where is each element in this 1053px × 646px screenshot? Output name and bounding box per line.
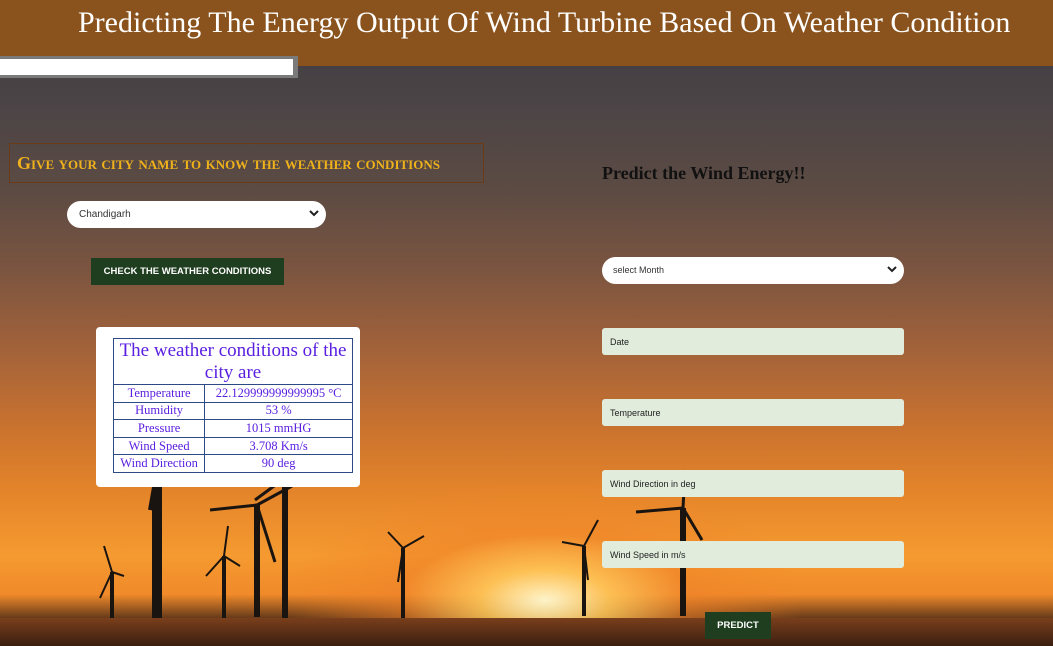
chevron-down-icon (309, 210, 319, 217)
table-row: Wind Speed 3.708 Km/s (112, 436, 353, 456)
predict-button[interactable]: PREDICT (705, 612, 771, 639)
weather-value-humidity: 53 % (204, 401, 353, 421)
wind-speed-input[interactable]: Wind Speed in m/s (602, 541, 904, 568)
page-title: Predicting The Energy Output Of Wind Tur… (78, 6, 1011, 39)
chevron-down-icon (887, 266, 897, 273)
wind-speed-input-placeholder: Wind Speed in m/s (610, 550, 686, 560)
weather-table-caption: The weather conditions of the city are (113, 338, 353, 385)
check-weather-button[interactable]: CHECK THE WEATHER CONDITIONS (91, 258, 284, 285)
month-select-placeholder: select Month (613, 265, 665, 275)
predict-heading: Predict the Wind Energy!! (602, 163, 806, 183)
table-row: Humidity 53 % (112, 401, 353, 421)
table-row: Pressure 1015 mmHG (112, 419, 353, 438)
date-input[interactable]: Date (602, 328, 904, 355)
wind-direction-input-placeholder: Wind Direction in deg (610, 479, 696, 489)
weather-conditions-table: The weather conditions of the city are T… (112, 338, 353, 473)
weather-label-humidity: Humidity (112, 401, 206, 421)
progress-bar-fill (0, 59, 293, 75)
weather-value-wind-direction: 90 deg (204, 454, 353, 473)
city-weather-heading: Give your city name to know the weather … (9, 143, 484, 183)
weather-label-pressure: Pressure (112, 419, 206, 438)
table-row: Wind Direction 90 deg (112, 454, 353, 473)
temperature-input-placeholder: Temperature (610, 408, 661, 418)
weather-value-temperature: 22.129999999999995 °C (204, 384, 353, 403)
table-row: Temperature 22.129999999999995 °C (112, 384, 353, 403)
date-input-placeholder: Date (610, 337, 630, 347)
weather-label-wind-direction: Wind Direction (112, 454, 206, 473)
temperature-input[interactable]: Temperature (602, 399, 904, 426)
city-select-value: Chandigarh (79, 209, 131, 220)
city-select[interactable]: Chandigarh (67, 201, 326, 228)
weather-label-wind-speed: Wind Speed (112, 436, 206, 456)
weather-conditions-card: The weather conditions of the city are T… (96, 327, 360, 487)
weather-label-temperature: Temperature (112, 384, 206, 403)
weather-value-wind-speed: 3.708 Km/s (204, 436, 353, 456)
wind-direction-input[interactable]: Wind Direction in deg (602, 470, 904, 497)
weather-value-pressure: 1015 mmHG (204, 419, 353, 438)
ground (0, 618, 1053, 646)
month-select[interactable]: select Month (602, 257, 904, 284)
